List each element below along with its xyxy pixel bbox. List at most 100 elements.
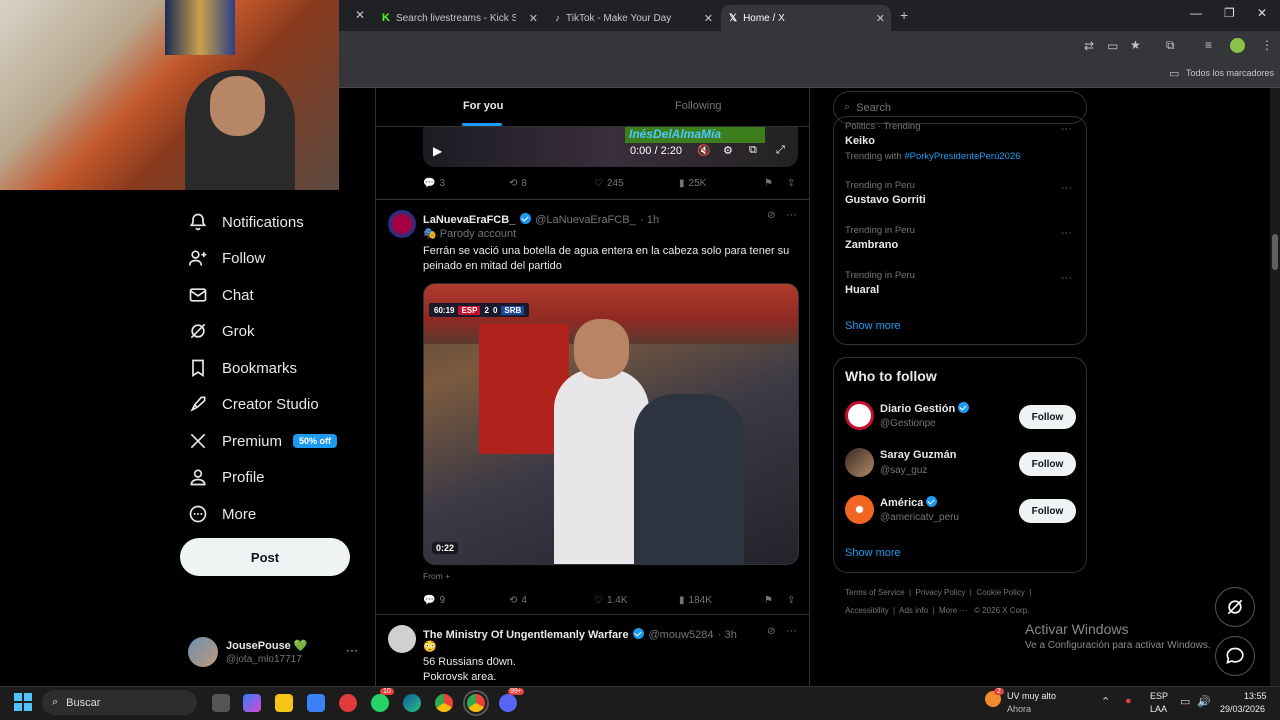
bookmark-button[interactable]: ⚑ [764,595,773,606]
store-icon[interactable] [307,694,325,712]
more-dots-icon[interactable]: ··· [346,643,358,657]
footer-link[interactable]: Terms of Service [845,588,905,597]
share-button[interactable]: ⇪ [787,178,795,189]
settings-icon[interactable]: ⚙ [723,144,733,157]
volume-icon[interactable]: 🔊 [1197,695,1211,708]
follow-suggestion[interactable]: América @americatv_peru Follow [834,490,1088,530]
tab-for-you[interactable]: For you [463,100,503,112]
grok-icon[interactable]: ⊘ [767,626,775,637]
more-dots-icon[interactable]: ··· [786,209,797,221]
views-button[interactable]: ▮ 184K [679,595,712,606]
network-icon[interactable]: ▭ [1180,695,1190,708]
footer-link[interactable]: More ··· [939,606,967,615]
share-button[interactable]: ⇪ [787,595,795,606]
more-dots-icon[interactable]: ··· [1061,227,1072,239]
translate-icon[interactable]: ⇄ [1084,39,1094,53]
video-player[interactable]: InésDelAlmaMía ▶ 0:00 / 2:20 🔇 ⚙ ⧉ ⤢ [423,127,798,167]
chat-fab[interactable] [1215,636,1255,676]
nav-item-profile[interactable]: Profile [188,467,265,487]
repost-button[interactable]: ⟲ 4 [509,595,527,606]
profile-avatar[interactable] [1230,38,1245,53]
tab-following[interactable]: Following [675,100,721,112]
follow-suggestion[interactable]: Saray Guzmán @say_guz Follow [834,443,1088,483]
discord-icon[interactable] [499,694,517,712]
taskbar-search-input[interactable]: ⌕ Buscar [42,690,197,715]
post-button[interactable]: Post [180,538,350,576]
star-icon[interactable]: ★ [1130,38,1141,52]
avatar[interactable] [388,625,416,653]
pip-icon[interactable]: ⧉ [749,144,757,157]
footer-link[interactable]: Accessibility [845,606,889,615]
footer-link[interactable]: Ads info [899,606,928,615]
footer-link[interactable]: Privacy Policy [916,588,966,597]
close-window-icon[interactable]: ✕ [1257,6,1267,20]
account-switcher[interactable]: JousePouse 💚 @jota_mlo17717 ··· [188,637,363,669]
cast-icon[interactable]: ▭ [1107,39,1118,53]
follow-button[interactable]: Follow [1019,499,1076,523]
more-dots-icon[interactable]: ··· [1061,182,1072,194]
tweet-author-name[interactable]: The Ministry Of Ungentlemanly Warfare [423,629,629,641]
trend-item[interactable]: Trending in Peru Gustavo Gorriti [845,180,926,206]
restore-icon[interactable]: ❐ [1224,6,1235,20]
follow-button[interactable]: Follow [1019,452,1076,476]
nav-item-follow[interactable]: Follow [188,248,265,268]
fullscreen-icon[interactable]: ⤢ [776,144,785,157]
nav-item-creator-studio[interactable]: Creator Studio [188,394,319,414]
like-button[interactable]: ♡ 1.4K [594,595,628,606]
chevron-up-icon[interactable]: ⌃ [1101,695,1110,708]
weather-text[interactable]: UV muy alto [1007,691,1056,701]
browser-tab-x[interactable]: 𝕏 Home / X ✕ [721,5,891,31]
minimize-icon[interactable]: — [1190,6,1202,20]
trend-item[interactable]: Trending in Peru Huaral [845,270,915,296]
app-icon[interactable] [339,694,357,712]
whatsapp-icon[interactable] [371,694,389,712]
menu-dots-icon[interactable]: ⋮ [1261,38,1273,52]
mute-icon[interactable]: 🔇 [697,144,711,157]
chrome-active-icon[interactable] [463,690,489,716]
nav-item-premium[interactable]: Premium 50% off [188,431,338,451]
browser-tab-tiktok[interactable]: ♪ TikTok - Make Your Day ✕ [547,5,719,31]
language-code[interactable]: ESP [1150,691,1168,701]
clock-time[interactable]: 13:55 [1244,691,1267,701]
close-icon[interactable]: ✕ [529,12,538,25]
new-tab-icon[interactable]: + [900,7,908,23]
browser-tab-kick[interactable]: K Search livestreams - Kick Stream ✕ [374,5,544,31]
bookmark-button[interactable]: ⚑ [764,178,773,189]
views-button[interactable]: ▮ 25K [679,178,706,189]
footer-link[interactable]: Cookie Policy [976,588,1024,597]
more-dots-icon[interactable]: ··· [1061,272,1072,284]
close-icon[interactable]: ✕ [876,12,885,25]
windows-start-icon[interactable] [14,693,32,711]
microphone-icon[interactable]: ● [1125,695,1132,707]
nav-item-bookmarks[interactable]: Bookmarks [188,358,297,378]
reply-button[interactable]: 💬 3 [423,178,445,189]
reply-button[interactable]: 💬 9 [423,595,445,606]
close-icon[interactable]: ✕ [704,12,713,25]
media-icon[interactable]: ≡ [1205,38,1212,52]
close-icon[interactable]: ✕ [355,8,365,22]
nav-item-notifications[interactable]: Notifications [188,212,304,232]
tweet-author-handle[interactable]: @mouw5284 [648,629,713,641]
nav-item-grok[interactable]: Grok [188,321,255,341]
trend-item[interactable]: Politics · Trending Keiko Trending with … [845,121,1021,162]
tweet-time[interactable]: · 3h [718,629,737,641]
page-scrollbar[interactable] [1270,88,1280,686]
more-dots-icon[interactable]: ··· [1061,123,1072,135]
like-button[interactable]: ♡ 245 [594,178,624,189]
nav-item-more[interactable]: More [188,504,256,524]
repost-button[interactable]: ⟲ 8 [509,178,527,189]
trends-show-more-link[interactable]: Show more [845,320,901,332]
more-dots-icon[interactable]: ··· [786,625,797,637]
nav-item-chat[interactable]: Chat [188,285,254,305]
extensions-icon[interactable]: ⧉ [1166,38,1175,53]
all-bookmarks-label[interactable]: Todos los marcadores [1186,68,1274,78]
chrome-icon[interactable] [435,694,453,712]
tweet-author-name[interactable]: LaNuevaEraFCB_ [423,214,515,226]
follow-show-more-link[interactable]: Show more [845,547,901,559]
edge-icon[interactable] [403,694,421,712]
avatar[interactable] [388,210,416,238]
tweet-author-handle[interactable]: @LaNuevaEraFCB_ [535,214,635,226]
follow-suggestion[interactable]: Diario Gestión @Gestionpe Follow [834,396,1088,436]
follow-button[interactable]: Follow [1019,405,1076,429]
grok-fab[interactable] [1215,587,1255,627]
